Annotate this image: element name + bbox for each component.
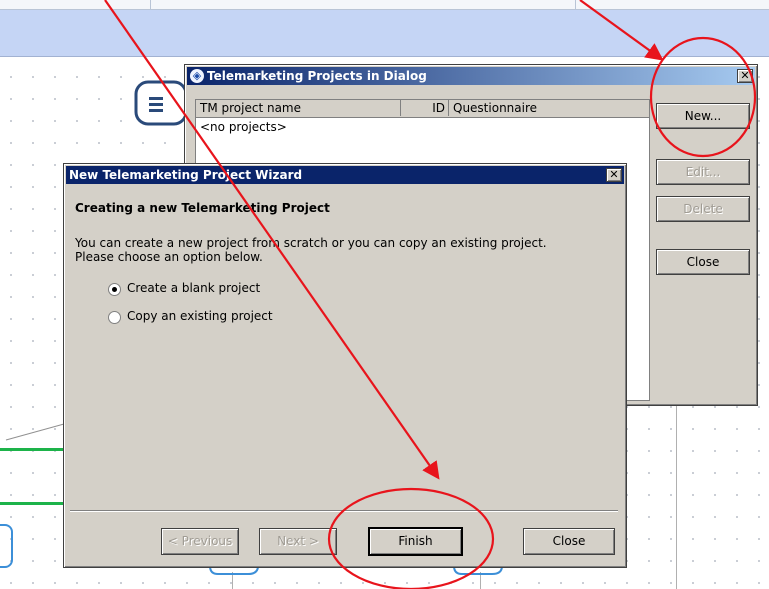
annotation-arrow-to-finish <box>104 0 440 480</box>
annotation-overlay <box>104 0 757 589</box>
annotation-circle-new <box>649 36 757 158</box>
annotation-arrow-to-new <box>579 0 664 61</box>
annotation-circle-finish <box>327 487 495 589</box>
